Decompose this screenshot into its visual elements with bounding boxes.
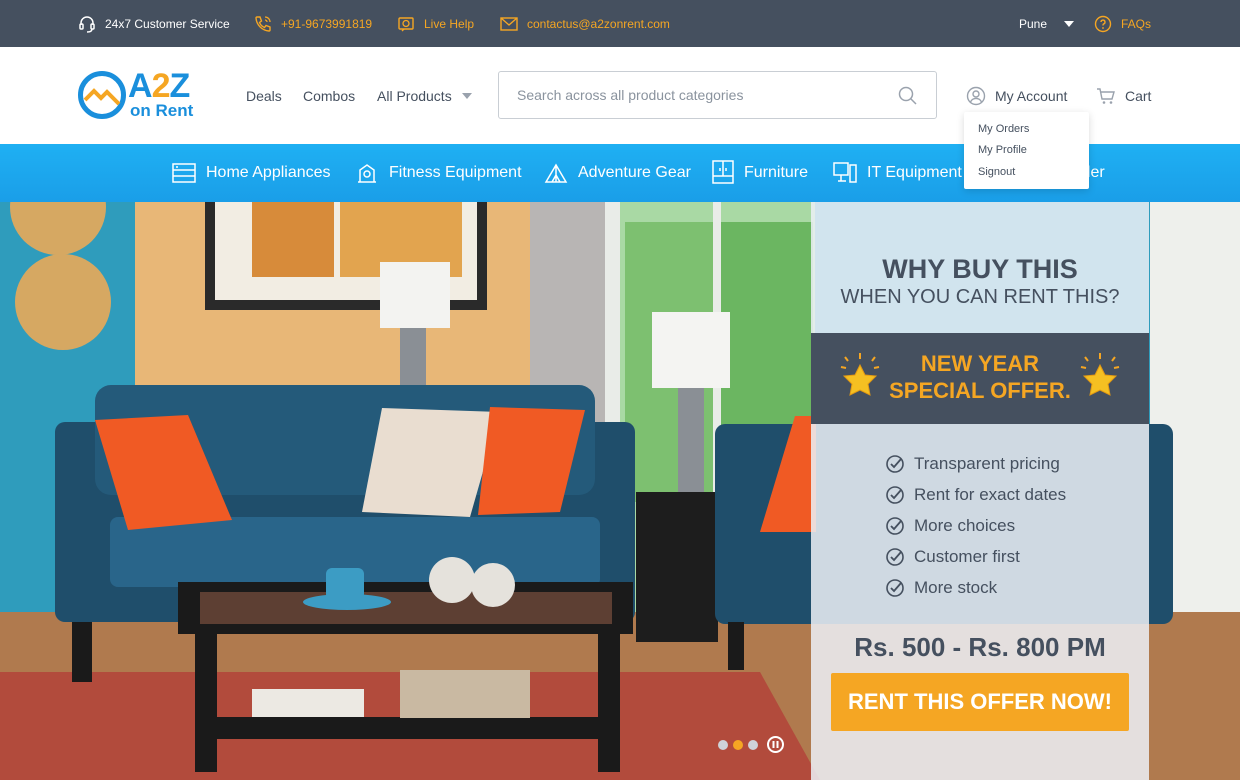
logo-mark [78, 71, 126, 119]
chat-icon [398, 16, 414, 31]
mail-icon [500, 16, 518, 31]
offer-banner: NEW YEAR SPECIAL OFFER. [811, 333, 1149, 424]
check-circle-icon [886, 548, 904, 566]
feature-item: More stock [885, 576, 997, 600]
top-bar: 24x7 Customer Service +91-9673991819 Liv… [0, 0, 1240, 47]
customer-service-label: 24x7 Customer Service [105, 16, 230, 31]
category-label: Adventure Gear [578, 164, 691, 181]
star-icon [1080, 353, 1120, 396]
search-icon[interactable] [898, 86, 918, 106]
appliance-icon [172, 163, 196, 183]
phone-icon [255, 15, 271, 32]
carousel-dot-active[interactable] [733, 739, 743, 750]
menu-signout[interactable]: Signout [978, 166, 1015, 178]
city-selector[interactable]: Pune [1019, 0, 1075, 47]
logo[interactable]: A2Z on Rent [78, 67, 208, 121]
cart-label: Cart [1125, 87, 1152, 104]
feature-item: Transparent pricing [885, 452, 1060, 476]
rent-offer-button[interactable]: RENT THIS OFFER NOW! [831, 673, 1129, 731]
promo-subheadline: WHEN YOU CAN RENT THIS? [840, 286, 1120, 308]
category-it-equipment[interactable]: IT Equipment [833, 144, 962, 202]
carousel-dot[interactable] [718, 739, 728, 750]
offer-line-1: NEW YEAR [920, 351, 1040, 376]
category-label: Fitness Equipment [389, 164, 522, 181]
customer-service: 24x7 Customer Service [78, 0, 230, 47]
tent-icon [544, 163, 568, 183]
offer-text: NEW YEAR SPECIAL OFFER. [871, 350, 1089, 404]
city-label: Pune [1019, 16, 1048, 31]
live-help-link[interactable]: Live Help [397, 0, 474, 47]
my-account-label: My Account [995, 87, 1068, 104]
nav-deals[interactable]: Deals [246, 47, 282, 144]
phone-link[interactable]: +91-9673991819 [254, 0, 372, 47]
logo-tagline: on Rent [130, 101, 194, 120]
category-label: Home Appliances [206, 164, 331, 181]
live-help-label: Live Help [424, 16, 475, 31]
menu-my-orders[interactable]: My Orders [978, 123, 1029, 135]
check-circle-icon [886, 455, 904, 473]
price-range: Rs. 500 - Rs. 800 PM [854, 632, 1106, 662]
pause-icon[interactable] [767, 736, 784, 753]
account-dropdown: My Orders My Profile Signout [964, 112, 1089, 189]
carousel-dot[interactable] [748, 739, 758, 750]
category-home-appliances[interactable]: Home Appliances [172, 144, 331, 202]
fitness-icon [358, 164, 376, 183]
cart-button[interactable]: Cart [1096, 47, 1151, 144]
feature-label: Customer first [914, 547, 1020, 566]
email-link[interactable]: contactus@a2zonrent.com [500, 0, 670, 47]
feature-item: Rent for exact dates [885, 483, 1066, 507]
help-circle-icon [1094, 15, 1112, 32]
feature-label: More choices [914, 516, 1016, 535]
cart-icon [1097, 87, 1115, 104]
feature-item: Customer first [885, 545, 1020, 569]
category-label: IT Equipment [867, 164, 962, 181]
search-input[interactable] [499, 72, 879, 118]
feature-label: More stock [914, 578, 998, 597]
offer-line-2: SPECIAL OFFER. [889, 378, 1071, 403]
category-furniture[interactable]: Furniture [712, 144, 808, 202]
check-circle-icon [886, 579, 904, 597]
email-address: contactus@a2zonrent.com [527, 16, 670, 31]
caret-down-icon [461, 92, 472, 99]
search-bar [498, 71, 937, 119]
computer-icon [833, 162, 857, 183]
check-circle-icon [886, 486, 904, 504]
headset-icon [79, 15, 95, 33]
promo-headline: WHY BUY THIS [882, 254, 1078, 284]
feature-item: More choices [885, 514, 1015, 538]
phone-number: +91-9673991819 [281, 16, 373, 31]
feature-label: Rent for exact dates [914, 485, 1067, 504]
feature-label: Transparent pricing [914, 454, 1060, 473]
nav-all-products-label: All Products [377, 87, 452, 104]
nav-all-products[interactable]: All Products [377, 47, 472, 144]
faqs-label: FAQs [1121, 16, 1152, 31]
category-adventure-gear[interactable]: Adventure Gear [544, 144, 691, 202]
wardrobe-icon [712, 160, 734, 184]
menu-my-profile[interactable]: My Profile [978, 144, 1027, 156]
check-circle-icon [886, 517, 904, 535]
nav-combos[interactable]: Combos [303, 47, 355, 144]
caret-down-icon [1064, 20, 1075, 27]
carousel-indicators [718, 736, 784, 753]
faqs-link[interactable]: FAQs [1094, 0, 1151, 47]
promo-panel: WHY BUY THIS WHEN YOU CAN RENT THIS? NEW… [811, 202, 1149, 780]
user-icon [966, 86, 986, 105]
category-fitness-equipment[interactable]: Fitness Equipment [355, 144, 522, 202]
category-label: Furniture [744, 164, 809, 181]
